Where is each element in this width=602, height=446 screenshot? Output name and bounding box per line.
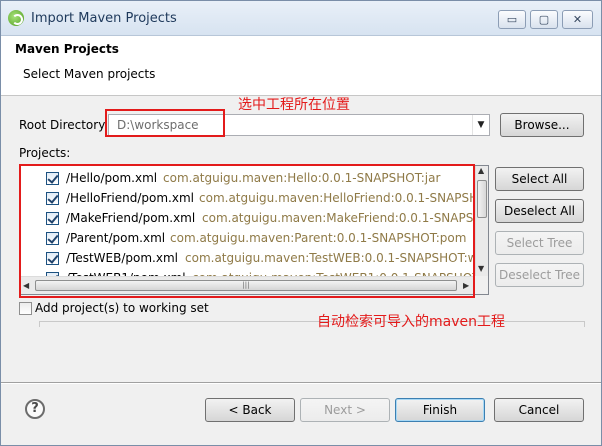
scroll-up-icon[interactable]: ▲ <box>478 166 484 175</box>
next-button[interactable]: Next > <box>300 398 390 422</box>
working-set-checkbox[interactable] <box>19 302 32 315</box>
scroll-corner <box>475 276 488 294</box>
deselect-tree-button[interactable]: Deselect Tree <box>495 263 584 287</box>
page-title: Maven Projects <box>15 42 119 56</box>
finish-button[interactable]: Finish <box>395 398 485 422</box>
projects-annotation: 自动检索可导入的maven工程 <box>317 314 505 330</box>
page-subtitle: Select Maven projects <box>23 67 156 81</box>
title-bar[interactable]: Import Maven Projects ▭ ▢ ✕ <box>1 1 601 36</box>
help-icon[interactable]: ? <box>25 399 45 419</box>
projects-label: Projects: <box>19 146 71 160</box>
close-button[interactable]: ✕ <box>562 10 593 29</box>
browse-button[interactable]: Browse... <box>500 113 584 137</box>
vertical-scrollbar[interactable]: ▲ ▼ <box>475 166 488 276</box>
projects-highlight <box>19 164 475 298</box>
vertical-scroll-thumb[interactable] <box>477 180 487 218</box>
minimize-button[interactable]: ▭ <box>498 10 526 29</box>
footer-separator <box>1 382 601 384</box>
working-set-label: Add project(s) to working set <box>35 301 209 315</box>
cancel-button[interactable]: Cancel <box>494 398 584 422</box>
import-maven-dialog: Import Maven Projects ▭ ▢ ✕ Maven Projec… <box>0 0 602 446</box>
maximize-button[interactable]: ▢ <box>530 10 558 29</box>
eclipse-spring-icon <box>8 10 24 26</box>
select-tree-button[interactable]: Select Tree <box>495 231 584 255</box>
back-button[interactable]: < Back <box>205 398 295 422</box>
select-all-button[interactable]: Select All <box>495 167 584 191</box>
window-title: Import Maven Projects <box>31 11 177 26</box>
root-directory-label: Root Directory <box>19 118 106 132</box>
deselect-all-button[interactable]: Deselect All <box>495 199 584 223</box>
wizard-header: Maven Projects Select Maven projects <box>1 36 601 96</box>
root-directory-highlight <box>105 109 225 137</box>
chevron-down-icon[interactable]: ▼ <box>472 115 489 135</box>
scroll-down-icon[interactable]: ▼ <box>478 264 484 273</box>
root-directory-annotation: 选中工程所在位置 <box>238 97 350 113</box>
